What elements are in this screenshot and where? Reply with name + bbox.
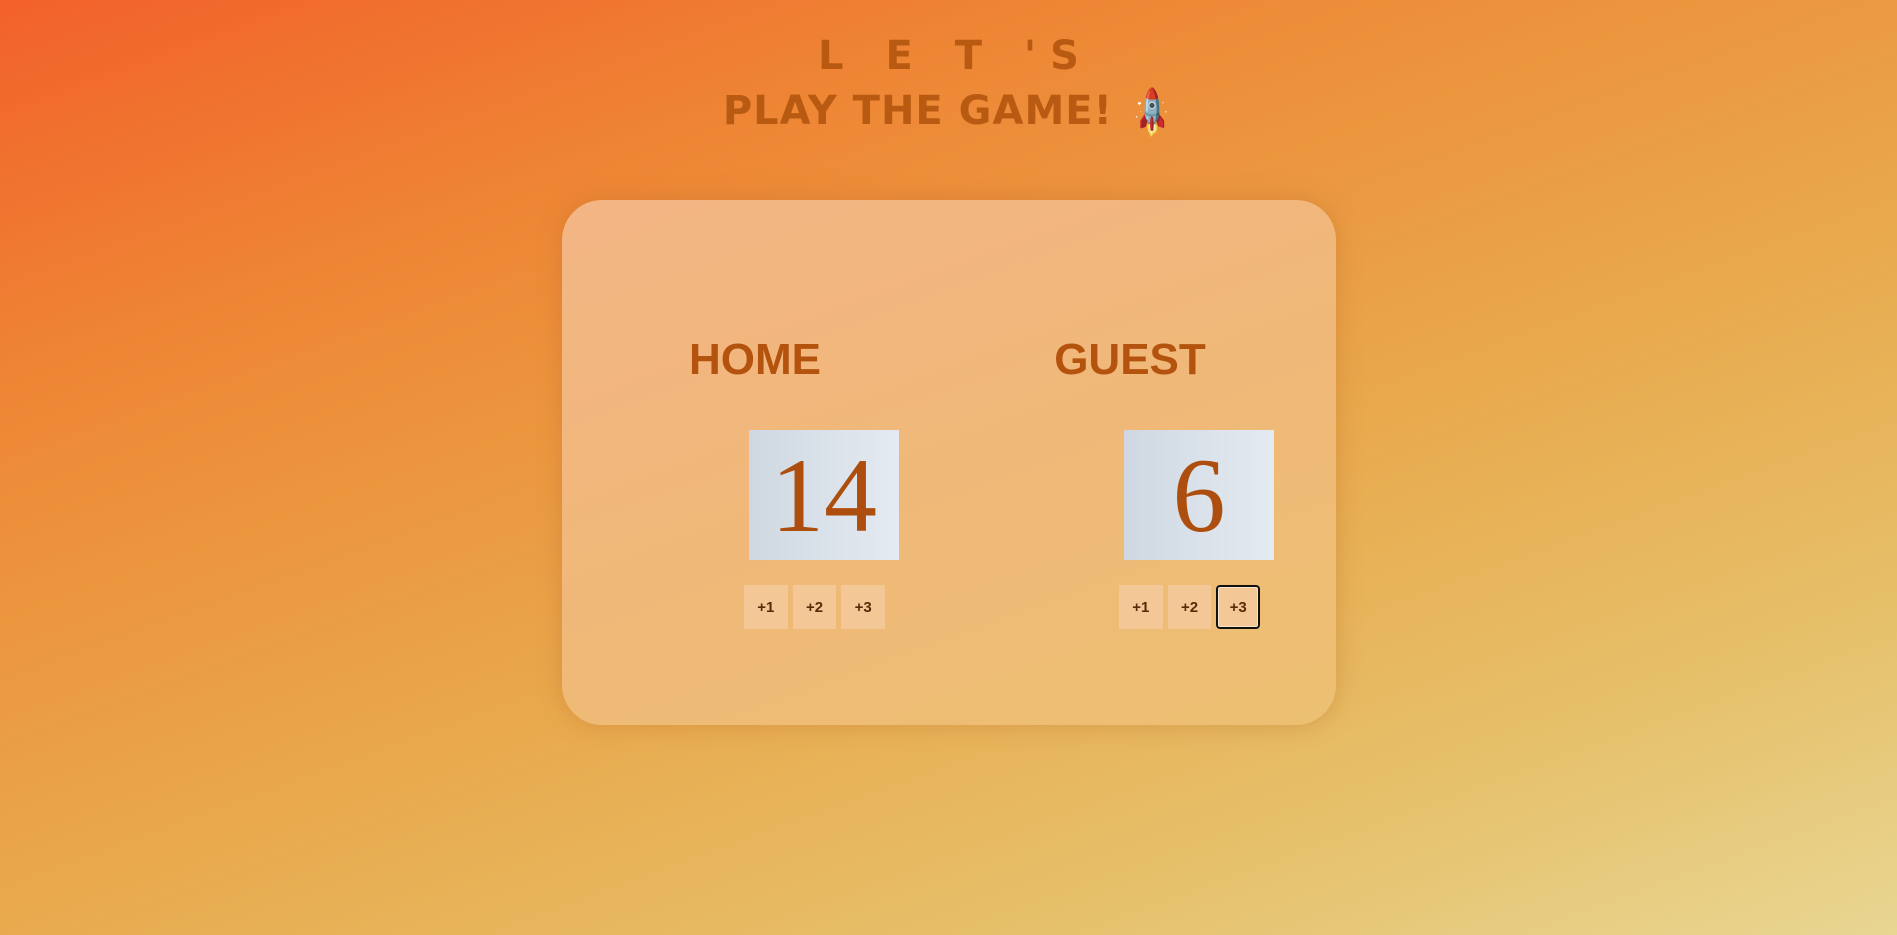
heading-line-2: PLAY THE GAME! 🚀 <box>0 82 1897 143</box>
page-heading: L E T 'S PLAY THE GAME! 🚀 <box>0 30 1897 142</box>
guest-score: 6 <box>1124 430 1274 560</box>
home-score: 14 <box>749 430 899 560</box>
guest-team-name: GUEST <box>1054 335 1206 384</box>
home-score-buttons: +1 +2 +3 <box>625 585 886 629</box>
guest-team-panel: GUEST 6 +1 +2 +3 <box>1000 330 1274 629</box>
home-add-1-button[interactable]: +1 <box>744 585 788 629</box>
home-team-name: HOME <box>689 335 821 384</box>
guest-add-2-button[interactable]: +2 <box>1167 585 1212 629</box>
guest-add-3-button[interactable]: +3 <box>1216 585 1261 629</box>
heading-line-2-text: PLAY THE GAME! <box>722 88 1113 134</box>
rocket-icon: 🚀 <box>1123 83 1182 143</box>
home-add-2-button[interactable]: +2 <box>792 585 837 629</box>
home-add-3-button[interactable]: +3 <box>841 585 886 629</box>
guest-score-buttons: +1 +2 +3 <box>1000 585 1261 629</box>
heading-line-1: L E T 'S <box>818 33 1093 79</box>
home-team-panel: HOME 14 +1 +2 +3 <box>625 330 899 629</box>
guest-add-1-button[interactable]: +1 <box>1119 585 1163 629</box>
scoreboard-card: HOME 14 +1 +2 +3 GUEST 6 +1 +2 +3 <box>562 200 1336 725</box>
